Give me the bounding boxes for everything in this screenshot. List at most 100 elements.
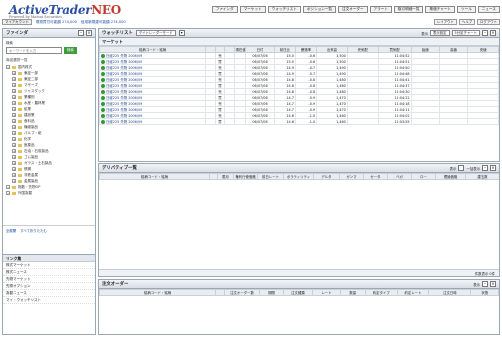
close-icon[interactable]: × [490, 30, 496, 36]
column-header[interactable]: デルタ [313, 173, 340, 180]
tree-item[interactable]: − 外国為替 [6, 190, 92, 196]
plus-icon[interactable]: + [12, 131, 16, 135]
column-header[interactable]: 注文種類 [282, 289, 314, 296]
column-header[interactable]: 限月 [217, 173, 234, 180]
top-menu-item[interactable]: ニュース [477, 6, 500, 13]
column-header[interactable]: 約定レート [396, 289, 430, 296]
column-header[interactable]: ロー [411, 173, 436, 180]
plus-icon[interactable]: + [12, 101, 16, 105]
plus-icon[interactable]: + [12, 119, 16, 123]
link-item[interactable]: 株式ニュース [3, 269, 95, 276]
instrument-name: 日経225 先物 2006/09 [106, 54, 143, 58]
search-label: 検索 [6, 41, 13, 45]
top-menu-item[interactable]: アラート [369, 6, 392, 13]
link-item[interactable]: マイ・ウォッチリスト [3, 297, 95, 304]
top-menu-item[interactable]: 取引明細一覧 [393, 6, 424, 13]
tree-footer-link[interactable]: 全展開 [6, 228, 16, 233]
status-button[interactable]: レイアウト [433, 19, 457, 25]
plus-icon[interactable]: + [12, 95, 16, 99]
plus-icon[interactable]: + [12, 89, 16, 93]
column-header[interactable]: 期間 [259, 289, 284, 296]
top-menu-item[interactable]: 注文オーダー [337, 6, 368, 13]
plus-icon[interactable]: + [12, 113, 16, 117]
minimize-icon[interactable]: – [482, 30, 488, 36]
chart-select[interactable]: 5分足チャート [451, 30, 480, 36]
instrument-cell[interactable]: 日経225 先物 2006/09 [99, 118, 207, 125]
plus-icon[interactable]: + [12, 167, 16, 171]
status-dot-icon [101, 71, 105, 76]
column-header[interactable]: 現在値 [233, 46, 247, 53]
status-button[interactable]: ログアウト [477, 19, 500, 25]
top-menu-item[interactable]: ファインダ [211, 6, 238, 13]
plus-icon[interactable]: + [12, 143, 16, 147]
bulk-display-checkbox[interactable] [458, 165, 465, 171]
column-header[interactable] [209, 173, 218, 180]
column-header[interactable]: セータ [363, 173, 388, 180]
minus-icon[interactable]: − [6, 185, 10, 189]
plus-icon[interactable]: + [12, 161, 16, 165]
folder-icon [18, 83, 22, 87]
minimize-icon[interactable]: – [78, 30, 84, 36]
tree-item-label: ジャスダック [24, 88, 45, 93]
chevron-down-icon[interactable]: ▾ [178, 30, 185, 36]
status-row: マイアカウント 現物買付可能額 274,000 信用新規建可能額 274,000… [2, 18, 500, 26]
link-item[interactable]: 先物マーケット [3, 276, 95, 283]
folder-icon [18, 167, 22, 171]
column-header[interactable]: 注文オーダー数 [223, 289, 261, 296]
plus-icon[interactable]: + [12, 77, 16, 81]
plus-icon[interactable]: + [12, 83, 16, 87]
plus-icon[interactable]: + [12, 107, 16, 111]
column-header[interactable]: 理論価格 [435, 173, 466, 180]
plus-icon[interactable]: + [12, 149, 16, 153]
plus-icon[interactable]: + [12, 71, 16, 75]
column-header[interactable]: 建玉数 [465, 173, 499, 180]
column-header[interactable]: 銘柄コード・銘柄 [99, 173, 210, 180]
plus-icon[interactable]: + [12, 179, 16, 183]
column-header[interactable] [215, 289, 225, 296]
tree-item-label: 金属製品 [24, 178, 38, 183]
close-icon[interactable]: × [490, 281, 496, 287]
column-header[interactable]: ボラティリティ [283, 173, 314, 180]
column-header[interactable]: 数量 [339, 289, 366, 296]
tree-footer-link[interactable]: すべて折りたたむ [20, 228, 47, 233]
finder-search-button[interactable]: 検索 [64, 47, 77, 54]
link-item[interactable]: 為替ニュース [3, 290, 95, 297]
top-menu-item[interactable]: ウォッチリスト [267, 6, 301, 13]
column-header[interactable]: 注文日時 [428, 289, 472, 296]
plus-icon[interactable]: + [12, 155, 16, 159]
watchlist-select[interactable]: デイトレーダーモード [135, 30, 176, 36]
plus-icon[interactable]: + [12, 125, 16, 129]
status-button[interactable]: ヘルプ [458, 19, 476, 25]
minimize-icon[interactable]: – [482, 281, 488, 287]
column-header[interactable]: ガンマ [339, 173, 364, 180]
column-header[interactable]: 前日レート [257, 173, 284, 180]
table-row[interactable]: 日経225 先物 2006/09 買 06/07/06 14.6 -1.0 1,460 11… [99, 118, 499, 125]
plus-icon[interactable]: + [12, 173, 16, 177]
close-icon[interactable]: × [490, 165, 496, 171]
top-menu-item[interactable]: マーケット [239, 6, 266, 13]
minus-icon[interactable]: − [6, 191, 10, 195]
top-menu-item[interactable]: ポジション一覧 [302, 6, 336, 13]
empty-cell [410, 118, 440, 125]
account-button[interactable]: マイアカウント [2, 19, 32, 25]
column-header[interactable]: レート [312, 289, 341, 296]
column-header[interactable]: ベガ [387, 173, 412, 180]
flag-cell [233, 118, 247, 125]
top-menu-item[interactable]: ツール [457, 6, 476, 13]
tree-item-label: マザーズ [24, 82, 38, 87]
minimize-icon[interactable]: – [482, 165, 488, 171]
tree-item-label: 水産・農林業 [24, 100, 45, 105]
column-header[interactable]: 約定タイプ [364, 289, 398, 296]
close-icon[interactable]: × [86, 30, 92, 36]
top-menu-item[interactable]: 株価チャート [425, 6, 456, 13]
link-item[interactable]: 先物オプション [3, 283, 95, 290]
finder-search-input[interactable] [6, 47, 62, 54]
column-header[interactable]: 権利行使価格 [233, 173, 258, 180]
column-header[interactable]: 銘柄コード・銘柄 [99, 289, 217, 296]
minus-icon[interactable]: − [6, 65, 10, 69]
column-header[interactable]: 状態 [470, 289, 499, 296]
display-settings-select[interactable]: 表示設定 [429, 30, 450, 36]
plus-icon[interactable]: + [12, 137, 16, 141]
status-dot-icon [101, 89, 105, 94]
link-item[interactable]: 株式マーケット [3, 262, 95, 269]
